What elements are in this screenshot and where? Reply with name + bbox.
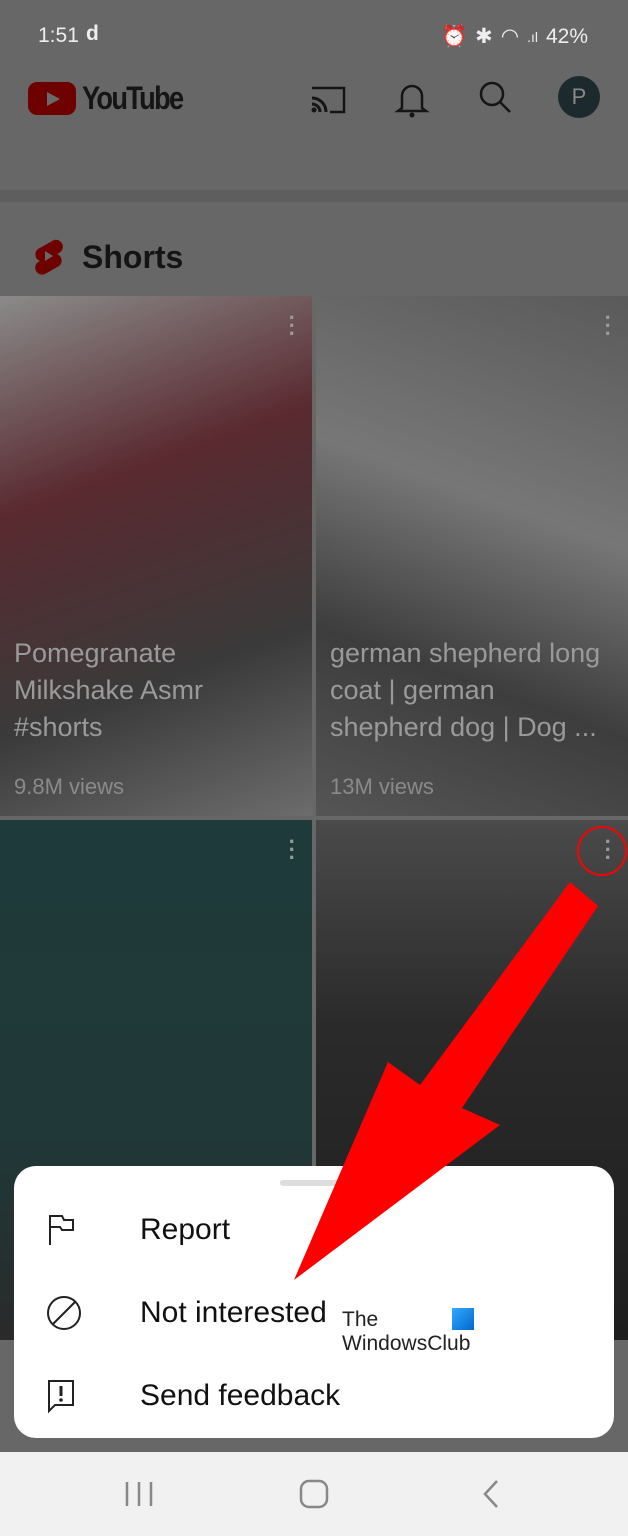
status-time: 1:51 <box>38 24 79 47</box>
menu-item-not-interested[interactable]: Not interested <box>14 1273 614 1353</box>
cast-icon[interactable] <box>306 78 348 118</box>
youtube-logo[interactable]: YouTube <box>28 80 200 117</box>
flag-icon <box>49 1215 74 1245</box>
home-icon[interactable] <box>298 1478 330 1510</box>
watermark: The WindowsClub <box>342 1308 474 1356</box>
status-bar: 1:51 d ⏰ ✱ ◠ .ıl 42% <box>0 0 628 70</box>
more-options-icon[interactable]: · · · <box>289 307 296 345</box>
more-options-icon[interactable]: · · · <box>289 831 296 869</box>
windows-logo-icon <box>452 1308 474 1330</box>
more-options-icon[interactable]: · · · <box>605 307 612 345</box>
shorts-title: Shorts <box>82 238 184 275</box>
notifications-icon[interactable] <box>394 78 430 118</box>
alarm-icon: ⏰ <box>440 24 468 48</box>
play-icon <box>28 82 76 115</box>
top-app-bar: YouTube P <box>0 70 628 130</box>
block-icon <box>47 1296 81 1330</box>
short-card[interactable]: · · · Pomegranate Milkshake Asmr #shorts 9… <box>0 296 312 816</box>
shorts-icon <box>35 239 63 275</box>
more-options-icon[interactable]: · · · <box>605 831 612 869</box>
options-bottom-sheet: Report Not interested Send feedback <box>14 1166 614 1438</box>
bluetooth-icon: ✱ <box>475 25 493 48</box>
shorts-header: Shorts <box>32 238 183 276</box>
short-card[interactable]: · · · german shepherd long coat | german s… <box>316 296 628 816</box>
avatar[interactable]: P <box>558 76 600 118</box>
battery-level: 42% <box>545 24 588 48</box>
recent-apps-icon[interactable] <box>124 1480 154 1508</box>
section-divider <box>0 190 628 202</box>
signal-icon: .ıl <box>527 28 538 45</box>
app-notification-icon: d <box>86 22 99 45</box>
wifi-icon: ◠ <box>500 25 520 48</box>
menu-item-send-feedback[interactable]: Send feedback <box>14 1356 614 1436</box>
feedback-icon <box>48 1380 74 1414</box>
sheet-handle[interactable] <box>280 1180 348 1186</box>
search-icon[interactable] <box>476 78 516 118</box>
system-nav-bar <box>0 1452 628 1536</box>
back-icon[interactable] <box>480 1478 502 1510</box>
menu-item-report[interactable]: Report <box>14 1190 614 1270</box>
